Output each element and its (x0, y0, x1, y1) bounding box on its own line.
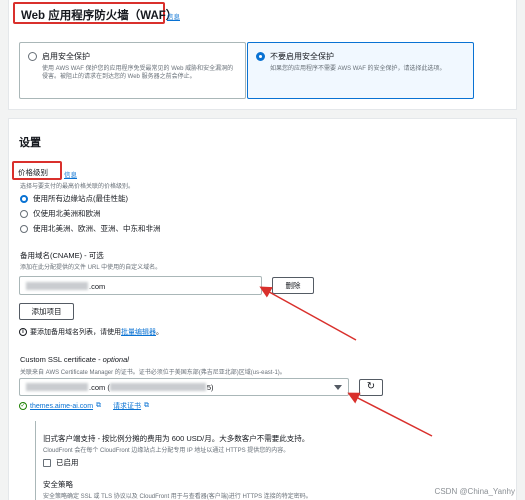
price-option-na-eu-asia[interactable]: 使用北美洲、欧洲、亚洲、中东和非洲 (20, 223, 161, 234)
settings-title: 设置 (19, 137, 41, 149)
cname-label: 备用域名(CNAME) - 可选 (20, 251, 104, 260)
radio-selected-icon[interactable] (20, 194, 28, 203)
external-link-icon[interactable]: ⧉ (144, 402, 149, 410)
legacy-enabled-checkbox[interactable]: 已启用 (43, 457, 79, 468)
refresh-button[interactable]: ↻ (359, 379, 383, 396)
request-certificate-link[interactable]: 请求证书 (113, 401, 141, 411)
certificate-status: ✓ themes.aime-ai.com ⧉ 请求证书 ⧉ (19, 401, 149, 411)
ssl-certificate-select[interactable]: .com (5) (19, 378, 349, 396)
check-circle-icon: ✓ (19, 402, 27, 410)
bulk-editor-hint: i 要添加备用域名列表，请使用 批量编辑器 。 (19, 327, 163, 337)
info-icon: i (19, 328, 27, 336)
radio-selected-icon[interactable] (256, 52, 265, 61)
waf-info-link[interactable]: 信息 (167, 11, 180, 21)
price-class-label: 价格级别 (18, 168, 48, 177)
watermark: CSDN @China_Yanhy (434, 487, 515, 496)
redacted-text (26, 282, 88, 290)
external-link-icon[interactable]: ⧉ (96, 402, 101, 410)
settings-panel: 设置 价格级别 信息 选择与要支付的最高价格关联的价格级别。 使用所有边缘站点(… (8, 118, 517, 500)
chevron-down-icon[interactable] (334, 385, 342, 390)
cname-input[interactable]: .com (19, 276, 262, 295)
price-class-info-link[interactable]: 信息 (64, 169, 77, 179)
ssl-desc: 关联来自 AWS Certificate Manager 的证书。证书必须位于美… (20, 370, 286, 376)
cname-desc: 添加在此分配提供的文件 URL 中使用的自定义域名。 (20, 265, 162, 271)
section-divider (35, 421, 36, 500)
redacted-text (109, 383, 206, 391)
checkbox-icon[interactable] (43, 458, 51, 467)
radio-icon[interactable] (20, 224, 28, 233)
refresh-icon: ↻ (366, 381, 376, 392)
security-policy-title: 安全策略 (43, 480, 73, 489)
radio-icon[interactable] (20, 209, 28, 218)
waf-option-disable[interactable]: 不要启用安全保护 如果您的应用程序不需要 AWS WAF 的安全保护，请选择此选… (247, 42, 474, 99)
certificate-link[interactable]: themes.aime-ai.com (30, 403, 93, 410)
security-policy-desc: 安全策略确定 SSL 或 TLS 协议以及 CloudFront 用于与查看器(… (43, 494, 312, 500)
legacy-support-title: 旧式客户端支持 - 按比例分摊的费用为 600 USD/月。大多数客户不需要此支… (43, 434, 310, 443)
legacy-support-desc: CloudFront 会在每个 CloudFront 边缘站点上分配专用 IP … (43, 448, 290, 454)
waf-title: Web 应用程序防火墙（WAF） (21, 10, 178, 22)
add-item-button[interactable]: 添加项目 (19, 303, 74, 320)
bulk-editor-link[interactable]: 批量编辑器 (121, 327, 156, 337)
radio-icon[interactable] (28, 52, 37, 61)
price-class-desc: 选择与要支付的最高价格关联的价格级别。 (20, 184, 135, 190)
waf-panel: Web 应用程序防火墙（WAF） 信息 启用安全保护 使用 AWS WAF 保护… (8, 0, 517, 110)
price-option-all[interactable]: 使用所有边缘站点(最佳性能) (20, 193, 128, 204)
price-option-na-eu[interactable]: 仅使用北美洲和欧洲 (20, 208, 101, 219)
ssl-label: Custom SSL certificate - optional (20, 355, 129, 364)
redacted-text (26, 383, 88, 391)
waf-option-enable[interactable]: 启用安全保护 使用 AWS WAF 保护您的应用程序免受最常见的 Web 威胁和… (19, 42, 246, 99)
remove-button[interactable]: 删除 (272, 277, 314, 294)
